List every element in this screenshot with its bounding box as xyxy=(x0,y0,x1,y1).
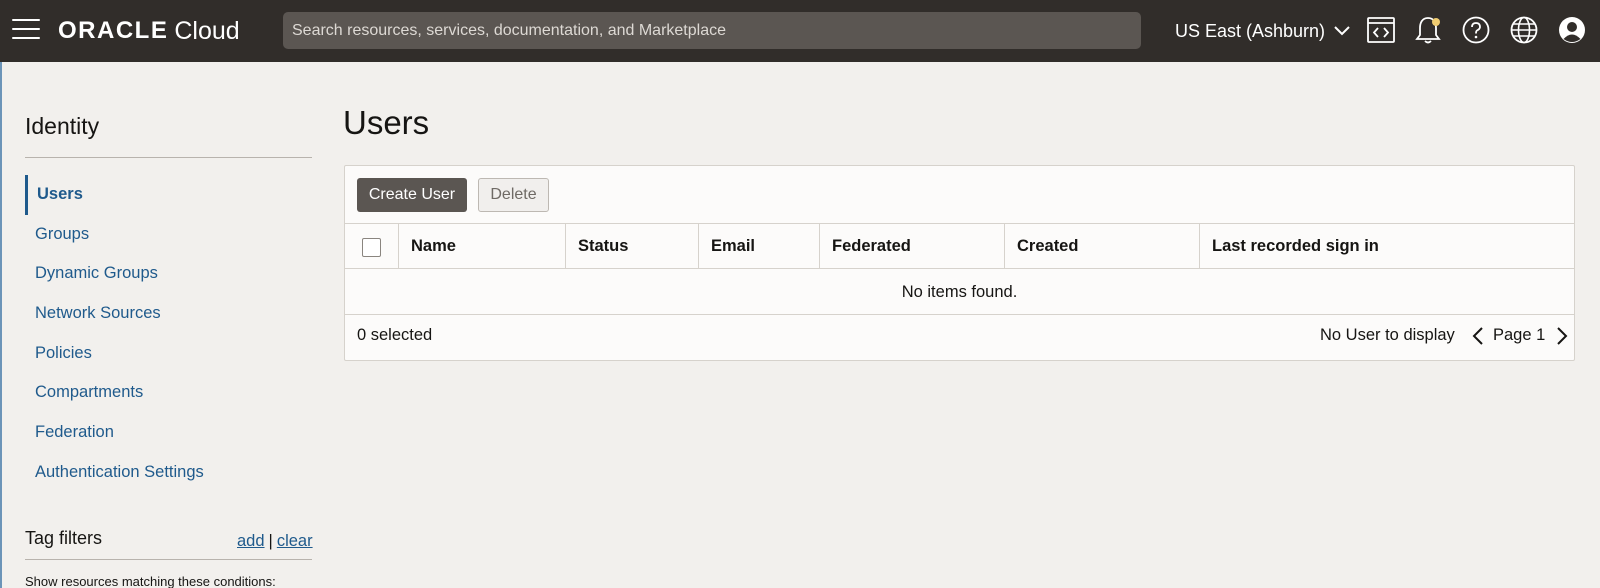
region-label: US East (Ashburn) xyxy=(1175,20,1326,41)
sidebar-item-groups[interactable]: Groups xyxy=(25,215,312,255)
help-icon[interactable] xyxy=(1461,15,1491,45)
create-user-button[interactable]: Create User xyxy=(357,178,467,212)
user-profile-icon[interactable] xyxy=(1557,15,1587,45)
sidebar-title: Identity xyxy=(25,113,100,139)
sidebar-divider xyxy=(25,157,312,158)
tag-filters-title: Tag filters xyxy=(25,528,103,548)
delete-button[interactable]: Delete xyxy=(478,178,549,212)
menu-icon[interactable] xyxy=(12,19,40,43)
chevron-right-icon[interactable] xyxy=(1554,326,1570,346)
sidebar-item-network-sources[interactable]: Network Sources xyxy=(25,294,312,334)
display-count-text: No User to display xyxy=(1320,326,1455,344)
code-editor-icon[interactable] xyxy=(1366,15,1396,45)
globe-icon[interactable] xyxy=(1509,15,1539,45)
select-all-checkbox[interactable] xyxy=(362,238,381,257)
region-selector[interactable]: US East (Ashburn) xyxy=(1175,18,1351,44)
chevron-left-icon[interactable] xyxy=(1470,326,1486,346)
page-title: Users xyxy=(343,104,430,141)
clear-tag-filter-link[interactable]: clear xyxy=(277,532,313,550)
column-header-last-sign-in[interactable]: Last recorded sign in xyxy=(1199,224,1574,268)
link-separator: | xyxy=(268,532,273,550)
oracle-cloud-logo[interactable]: ORACLE Cloud xyxy=(58,14,240,48)
left-border-accent xyxy=(0,62,2,588)
page-indicator: Page 1 xyxy=(1493,326,1546,344)
column-header-status[interactable]: Status xyxy=(565,224,698,268)
bell-icon[interactable] xyxy=(1413,15,1443,45)
sidebar-nav: Users Groups Dynamic Groups Network Sour… xyxy=(25,175,312,493)
search-input[interactable] xyxy=(283,12,1141,49)
sidebar-item-dynamic-groups[interactable]: Dynamic Groups xyxy=(25,254,312,294)
tag-filters-note: Show resources matching these conditions… xyxy=(25,574,276,588)
sidebar-item-users[interactable]: Users xyxy=(25,175,312,215)
brand-primary: ORACLE xyxy=(58,17,169,44)
top-navigation-bar: ORACLE Cloud US East (Ashburn) xyxy=(0,0,1600,62)
chevron-down-icon xyxy=(1334,26,1350,36)
column-header-name[interactable]: Name xyxy=(398,224,565,268)
sidebar-item-compartments[interactable]: Compartments xyxy=(25,373,312,413)
table-header: Name Status Email Federated Created Last… xyxy=(345,223,1574,269)
column-header-federated[interactable]: Federated xyxy=(819,224,1004,268)
sidebar-item-authentication-settings[interactable]: Authentication Settings xyxy=(25,453,312,493)
sidebar-item-federation[interactable]: Federation xyxy=(25,413,312,453)
tag-filter-actions: add | clear xyxy=(237,532,313,551)
sidebar-item-policies[interactable]: Policies xyxy=(25,334,312,374)
brand-secondary: Cloud xyxy=(174,16,240,45)
selected-count: 0 selected xyxy=(357,326,433,344)
column-header-email[interactable]: Email xyxy=(698,224,819,268)
users-table-panel: Create User Delete Name Status Email Fed… xyxy=(344,165,1575,361)
column-header-created[interactable]: Created xyxy=(1004,224,1199,268)
add-tag-filter-link[interactable]: add xyxy=(237,532,265,550)
empty-table-message: No items found. xyxy=(345,269,1574,315)
tag-filters-divider xyxy=(25,559,312,560)
